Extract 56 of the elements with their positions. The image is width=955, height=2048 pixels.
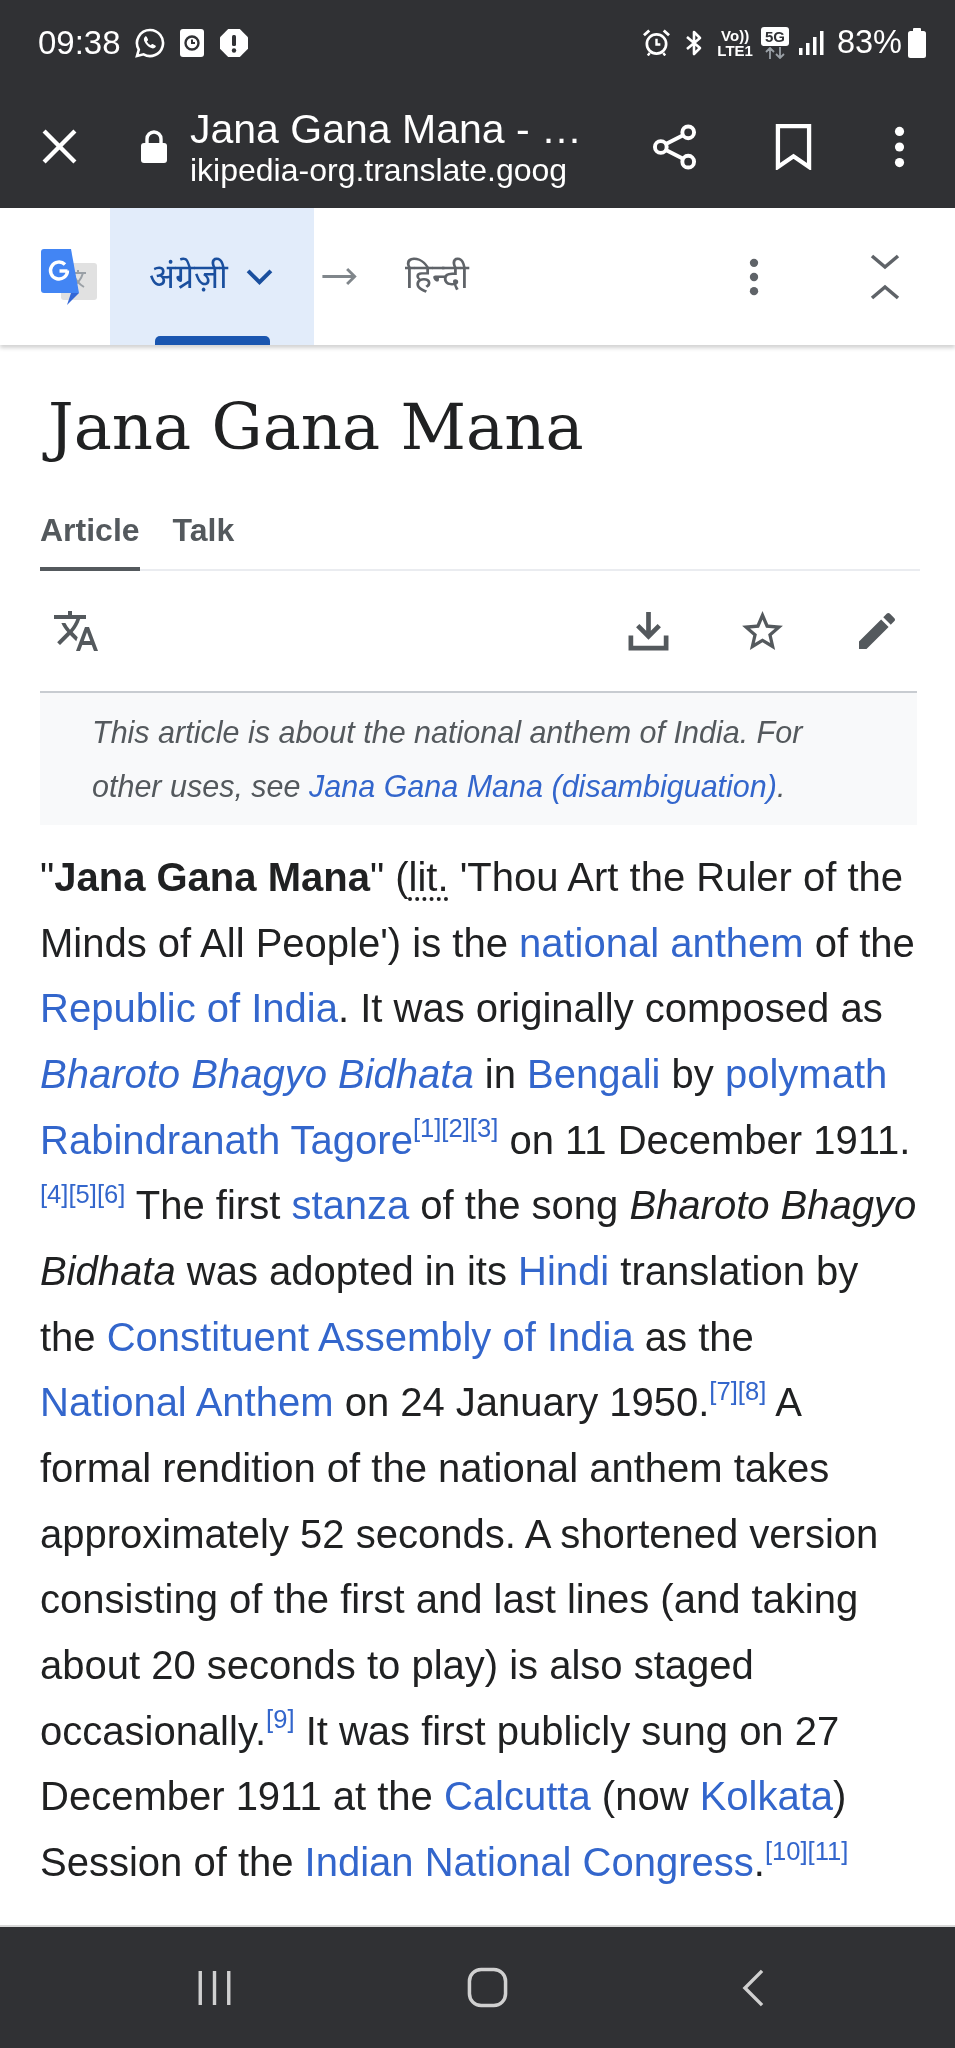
- citation-link[interactable]: [4]: [40, 1180, 69, 1208]
- article-tab[interactable]: Talk: [172, 503, 235, 571]
- signal-bars-icon: [797, 29, 824, 56]
- article-link[interactable]: Bharoto Bhagyo Bidhata: [40, 1052, 474, 1096]
- more-options-icon[interactable]: [894, 125, 905, 168]
- article-link[interactable]: Indian National Congress: [304, 1840, 754, 1885]
- hatnote: This article is about the national anthem of India. For other uses, see Jana Gana Mana (disambiguation).: [40, 693, 917, 825]
- article-link[interactable]: Hindi: [518, 1249, 610, 1294]
- article-link[interactable]: polymath: [724, 1052, 888, 1096]
- article-link[interactable]: national anthem: [519, 920, 804, 965]
- lock-icon: [141, 130, 167, 163]
- alarm-clock-icon: [643, 29, 671, 56]
- citation-link[interactable]: [8]: [737, 1377, 767, 1405]
- citation-link[interactable]: [11]: [807, 1836, 849, 1865]
- citation-link[interactable]: [10]: [764, 1836, 808, 1865]
- article-link[interactable]: National Anthem: [40, 1380, 334, 1425]
- article-tab[interactable]: Article: [40, 503, 140, 571]
- clock-tile-icon: [179, 28, 204, 57]
- bookmark-icon[interactable]: [775, 123, 812, 170]
- article-title: Jana Gana Mana: [40, 385, 920, 469]
- citation-link[interactable]: [3]: [469, 1114, 499, 1143]
- more-options-icon[interactable]: [749, 256, 759, 297]
- translate-logo-icon: [41, 248, 97, 305]
- article-link[interactable]: Bengali: [527, 1052, 661, 1096]
- article-link[interactable]: Republic of India: [40, 986, 338, 1031]
- status-time: 09:38: [38, 26, 121, 59]
- language-tab[interactable]: अंग्रेज़ी: [110, 208, 314, 345]
- article-link[interactable]: stanza: [291, 1183, 410, 1228]
- url-text[interactable]: ikipedia-org.translate.goog: [190, 150, 568, 189]
- citation-link[interactable]: [9]: [266, 1705, 295, 1734]
- data-arrows-icon: [763, 46, 786, 59]
- article-link[interactable]: Calcutta: [443, 1774, 591, 1819]
- page-title-text: Jana Gana Mana - …: [190, 106, 582, 151]
- recent-apps-icon[interactable]: [196, 1968, 233, 2007]
- citation-link[interactable]: [5]: [68, 1180, 97, 1208]
- disambiguation-link[interactable]: Jana Gana Mana (disambiguation): [309, 769, 777, 803]
- battery-percent: 83%: [836, 26, 902, 59]
- citation-link[interactable]: [6]: [96, 1180, 126, 1208]
- back-icon[interactable]: [742, 1968, 765, 2007]
- language-tab[interactable]: हिन्दी: [366, 208, 509, 345]
- citation-link[interactable]: [1]: [412, 1114, 442, 1143]
- article-link[interactable]: Rabindranath Tagore: [40, 1117, 413, 1162]
- citation-link[interactable]: [2]: [441, 1114, 470, 1143]
- arrow-icon: [321, 267, 358, 286]
- alert-icon: [219, 28, 248, 57]
- battery-icon: [908, 27, 926, 58]
- article-link[interactable]: Kolkata: [699, 1774, 834, 1819]
- article-link[interactable]: Constituent Assembly of India: [106, 1314, 634, 1359]
- share-icon[interactable]: [652, 123, 697, 170]
- home-icon[interactable]: [467, 1967, 508, 2008]
- volte-label: Vo)): [721, 27, 750, 43]
- close-icon[interactable]: [41, 128, 78, 165]
- chevron-down-icon: [245, 267, 274, 286]
- network-type-label: 5G: [760, 26, 789, 46]
- phone-bubble-icon: [133, 26, 166, 59]
- citation-link[interactable]: [7]: [709, 1377, 738, 1405]
